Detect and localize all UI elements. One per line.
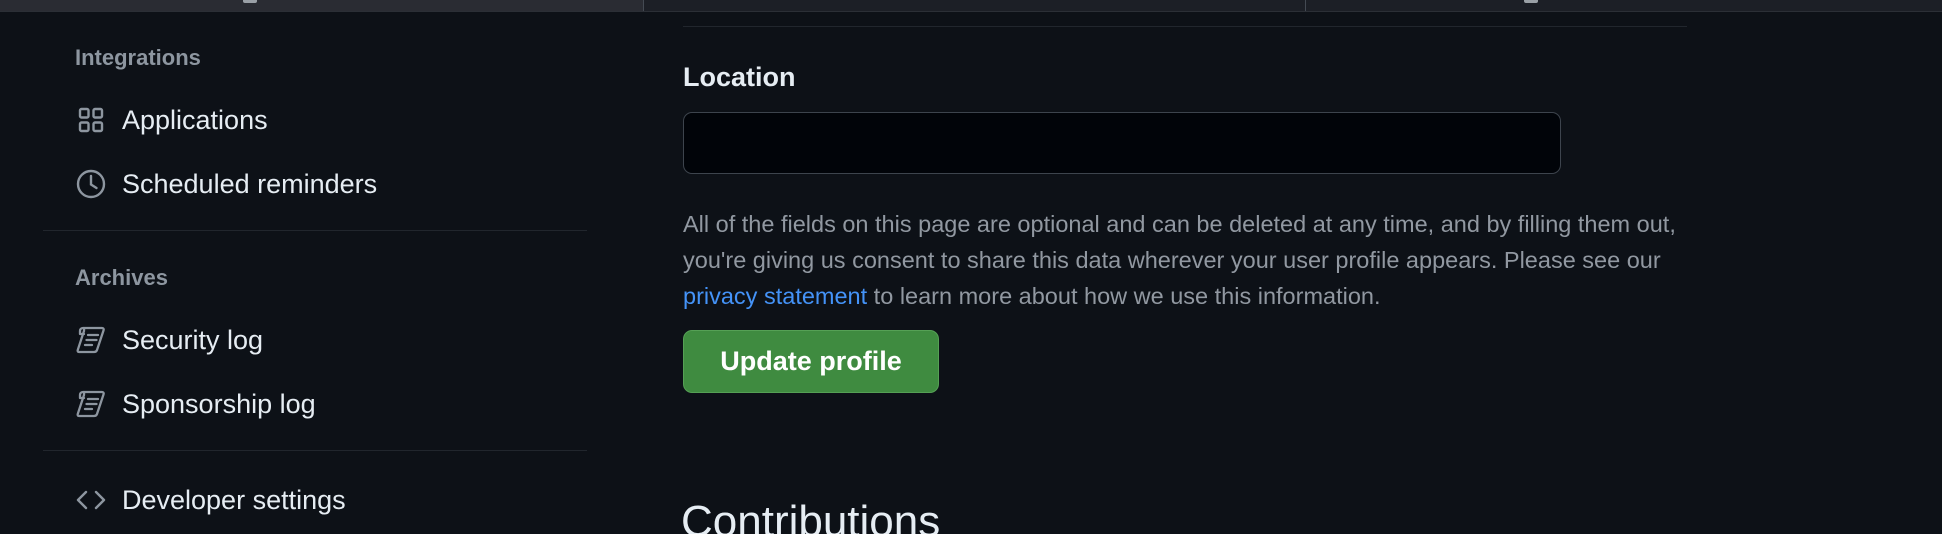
tab-separator xyxy=(1305,0,1306,11)
profile-help-text: All of the fields on this page are optio… xyxy=(683,206,1693,314)
privacy-statement-link[interactable]: privacy statement xyxy=(683,283,867,309)
section-title-archives: Archives xyxy=(75,265,168,290)
sidebar-item-label: Sponsorship log xyxy=(122,388,316,419)
sidebar-item-label: Applications xyxy=(122,104,268,135)
code-icon xyxy=(75,484,107,516)
apps-icon xyxy=(75,104,107,136)
update-profile-button[interactable]: Update profile xyxy=(683,330,939,393)
tab-favicon-remnant xyxy=(1524,0,1538,3)
browser-tab-strip xyxy=(0,0,1942,12)
sidebar-item-scheduled-reminders[interactable]: Scheduled reminders xyxy=(75,162,377,206)
settings-page: Integrations Applications Scheduled remi… xyxy=(0,0,1942,534)
tab-favicon-remnant xyxy=(243,0,257,3)
section-divider xyxy=(683,26,1687,27)
active-tab-remnant[interactable] xyxy=(0,0,643,11)
tab-separator xyxy=(643,0,644,11)
sidebar-item-developer-settings[interactable]: Developer settings xyxy=(75,478,346,522)
clock-icon xyxy=(75,168,107,200)
sidebar-item-sponsorship-log[interactable]: Sponsorship log xyxy=(75,382,316,426)
section-title-integrations: Integrations xyxy=(75,45,201,70)
sidebar-item-security-log[interactable]: Security log xyxy=(75,318,263,362)
sidebar-divider xyxy=(43,230,587,231)
log-icon xyxy=(75,388,107,420)
help-text-before: All of the fields on this page are optio… xyxy=(683,211,1676,273)
help-text-after: to learn more about how we use this info… xyxy=(867,283,1381,309)
sidebar-divider xyxy=(43,450,587,451)
location-label: Location xyxy=(683,62,796,92)
log-icon xyxy=(75,324,107,356)
sidebar-item-label: Developer settings xyxy=(122,484,346,515)
sidebar-item-applications[interactable]: Applications xyxy=(75,98,268,142)
location-input[interactable] xyxy=(683,112,1561,174)
contributions-heading: Contributions xyxy=(681,497,941,534)
sidebar-item-label: Security log xyxy=(122,324,264,355)
sidebar-item-label: Scheduled reminders xyxy=(122,168,378,199)
